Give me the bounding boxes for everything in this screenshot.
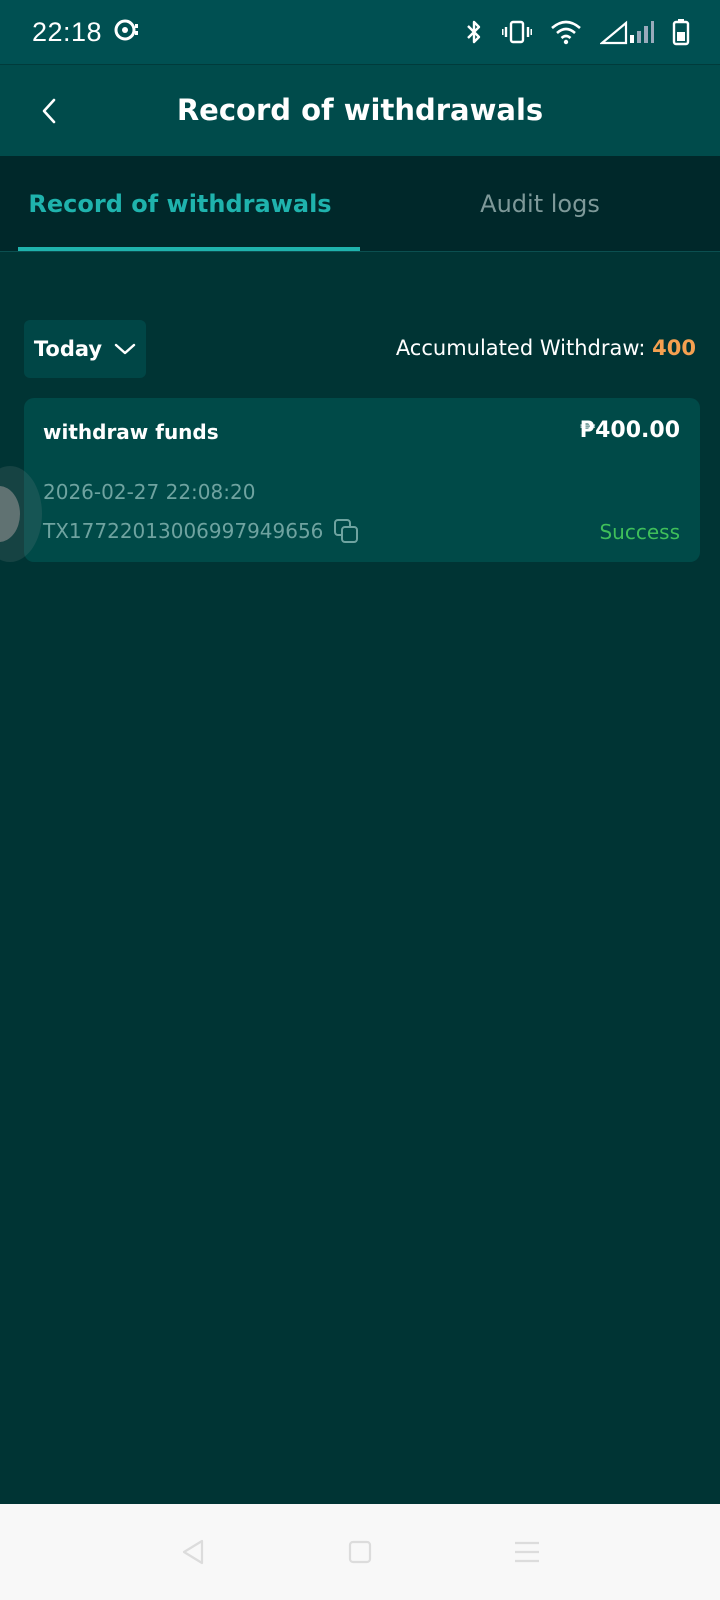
app-header: Record of withdrawals <box>0 64 720 156</box>
signal-icon <box>600 19 654 45</box>
nav-menu-button[interactable] <box>507 1532 547 1572</box>
chevron-down-icon <box>114 343 136 355</box>
system-nav-bar <box>0 1504 720 1600</box>
record-status: Success <box>599 520 680 544</box>
tab-label: Record of withdrawals <box>28 189 332 218</box>
copy-icon[interactable] <box>333 518 359 544</box>
nav-back-button[interactable] <box>173 1532 213 1572</box>
vibrate-icon <box>502 19 532 45</box>
status-left: 22:18 <box>32 17 142 48</box>
accumulated-label: Accumulated Withdraw: <box>395 336 646 360</box>
record-txid: TX17722013006997949656 <box>43 519 324 543</box>
record-datetime: 2026-02-27 22:08:20 <box>43 480 256 504</box>
nav-home-button[interactable] <box>340 1532 380 1572</box>
square-home-icon <box>348 1540 372 1564</box>
tab-bar: Record of withdrawals Audit logs <box>0 156 720 252</box>
status-bar: 22:18 <box>0 0 720 64</box>
record-txid-row: TX17722013006997949656 <box>43 518 359 544</box>
date-filter-dropdown[interactable]: Today <box>24 320 146 378</box>
status-right <box>464 18 690 46</box>
tab-label: Audit logs <box>480 189 600 218</box>
date-filter-label: Today <box>33 337 103 361</box>
status-time: 22:18 <box>32 16 103 47</box>
tab-audit-logs[interactable]: Audit logs <box>360 156 720 251</box>
wifi-icon <box>550 19 582 45</box>
menu-lines-icon <box>514 1541 539 1563</box>
record-title: withdraw funds <box>43 420 219 444</box>
triangle-back-icon <box>183 1539 204 1565</box>
active-tab-indicator <box>18 247 360 251</box>
tab-record-of-withdrawals[interactable]: Record of withdrawals <box>0 156 360 251</box>
withdrawal-record-card[interactable]: withdraw funds ₱400.00 2026-02-27 22:08:… <box>24 398 700 562</box>
bluetooth-icon <box>464 18 484 46</box>
accumulated-withdraw: Accumulated Withdraw: 400 <box>396 336 696 360</box>
accumulated-value: 400 <box>652 336 696 360</box>
page-title: Record of withdrawals <box>176 93 544 127</box>
notification-icon <box>114 17 142 47</box>
battery-icon <box>672 18 690 46</box>
record-amount: ₱400.00 <box>579 418 680 443</box>
